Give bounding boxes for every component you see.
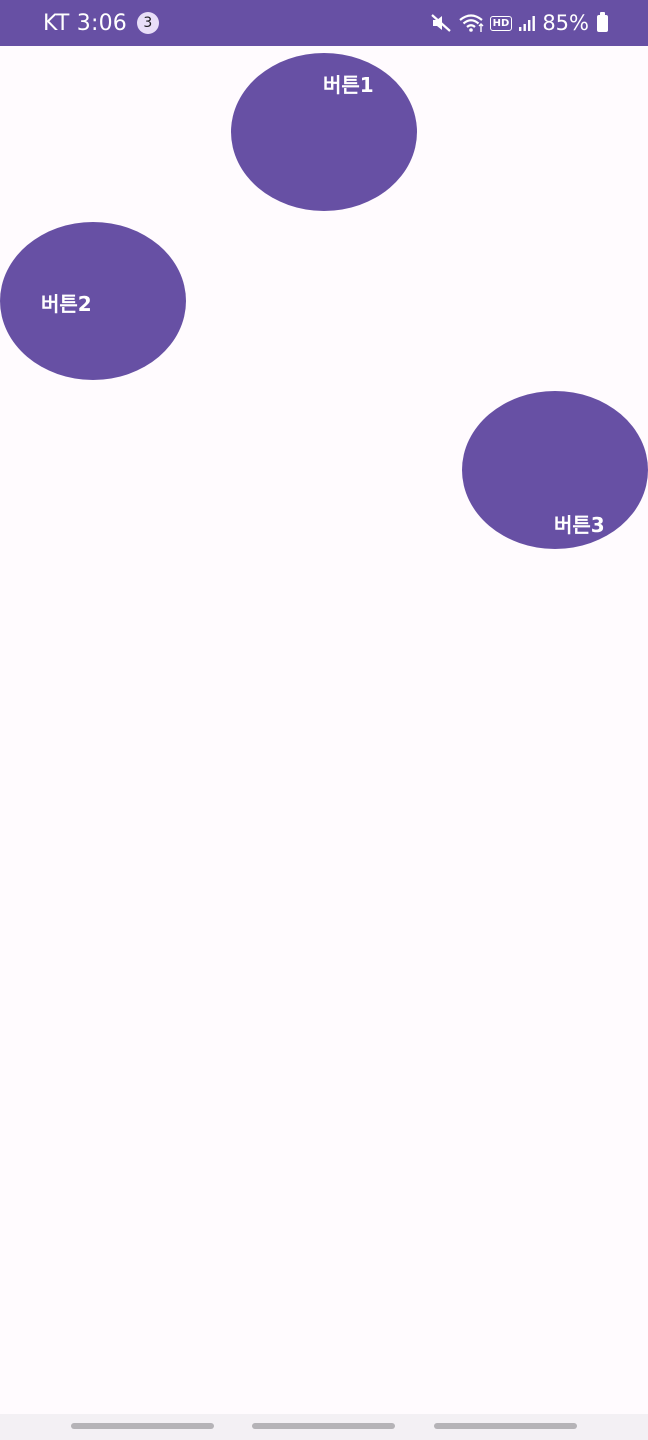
notification-count-badge: 3 — [136, 12, 159, 34]
nav-home-handle[interactable] — [252, 1423, 395, 1429]
status-right: HD 85% — [430, 0, 608, 46]
hd-voice-icon: HD — [489, 15, 513, 31]
status-left: KT 3:06 3 — [43, 0, 159, 46]
status-time: 3:06 — [76, 10, 127, 36]
button-1-label: 버튼1 — [323, 73, 374, 97]
mute-icon — [430, 13, 452, 33]
button-2-label: 버튼2 — [41, 292, 92, 316]
button-2[interactable]: 버튼2 — [0, 222, 186, 380]
battery-icon — [597, 11, 608, 32]
carrier-name: KT — [43, 10, 70, 36]
battery-percent: 85% — [542, 11, 589, 35]
navigation-bar — [0, 1414, 648, 1440]
status-bar: KT 3:06 3 HD 85% — [0, 0, 648, 46]
nav-back-handle[interactable] — [434, 1423, 577, 1429]
button-3[interactable]: 버튼3 — [462, 391, 648, 549]
status-clock: KT 3:06 — [43, 11, 127, 36]
signal-icon — [518, 14, 536, 32]
button-1[interactable]: 버튼1 — [231, 53, 417, 211]
nav-recents-handle[interactable] — [71, 1423, 214, 1429]
button-3-label: 버튼3 — [554, 513, 605, 537]
wifi-icon — [458, 13, 484, 33]
